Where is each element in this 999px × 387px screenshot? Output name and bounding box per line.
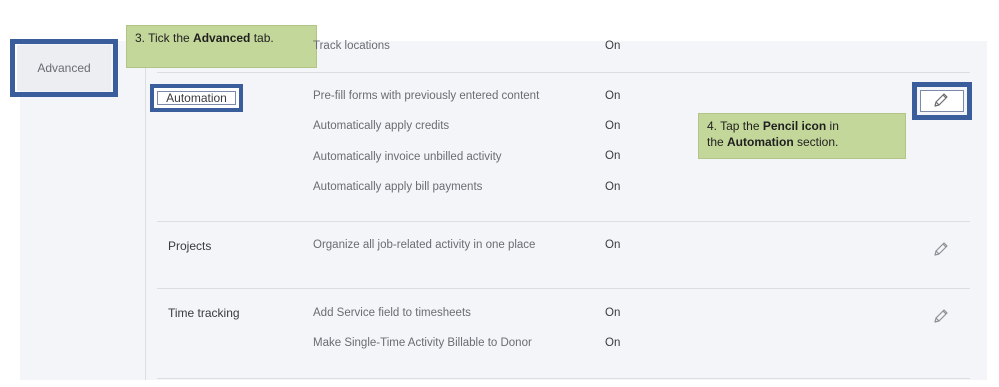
row-track-locations-value: On [605,40,621,52]
step-4-line2-bold: Automation [727,135,794,149]
time-tracking-section-label: Time tracking [168,306,240,320]
row-service-field-text: Add Service field to timesheets [313,307,471,319]
step-4-line1-bold: Pencil icon [762,119,827,133]
row-prefill-value: On [605,90,621,102]
step-4-line-2: the Automation section. [707,134,897,150]
row-organize-text: Organize all job-related activity in one… [313,239,536,251]
step-4-line-1: 4. Tap the Pencil icon in [707,118,897,134]
projects-section-label: Projects [168,239,212,253]
row-apply-credits-value: On [605,120,621,132]
row-organize-value: On [605,239,621,251]
step-3-suffix: tab. [250,31,274,45]
tab-advanced[interactable]: Advanced [17,45,111,91]
pencil-icon[interactable] [932,240,950,258]
row-track-locations-text: Track locations [313,40,390,52]
step-4-line2-suffix: section. [793,135,839,149]
row-prefill-text: Pre-fill forms with previously entered c… [313,90,540,102]
row-bill-payments-text: Automatically apply bill payments [313,181,483,193]
row-invoice-unbilled-text: Automatically invoice unbilled activity [313,151,502,163]
row-apply-credits-text: Automatically apply credits [313,120,450,132]
settings-panel [145,41,987,380]
automation-section-label: Automation [157,91,236,105]
divider [157,221,970,222]
step-4-line1-suffix: in [826,119,839,133]
automation-label-highlight: Automation [150,84,243,112]
step-4-callout: 4. Tap the Pencil icon in the Automation… [698,113,906,159]
divider [157,288,970,289]
divider [157,72,970,73]
step-3-bold: Advanced [193,31,251,45]
row-bill-payments-value: On [605,181,621,193]
row-single-time-value: On [605,337,621,349]
row-invoice-unbilled-value: On [605,150,621,162]
step-4-line2-prefix: the [707,135,728,149]
pencil-icon[interactable] [932,91,950,109]
row-single-time-text: Make Single-Time Activity Billable to Do… [313,337,532,349]
step-3-callout: 3. Tick the Advanced tab. [126,25,317,68]
divider [157,378,970,379]
step-3-prefix: 3. Tick the [135,31,194,45]
row-service-field-value: On [605,307,621,319]
step-4-line1-prefix: 4. Tap the [707,119,763,133]
pencil-icon[interactable] [932,307,950,325]
